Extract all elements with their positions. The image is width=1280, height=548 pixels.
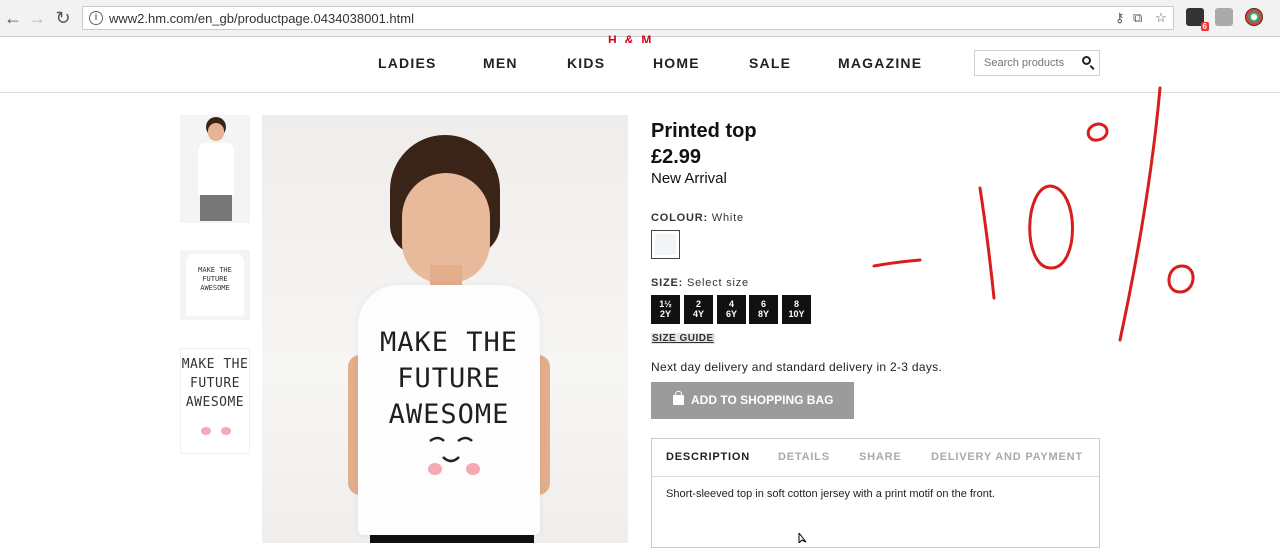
tab-bar: DESCRIPTION DETAILS SHARE DELIVERY AND P… [652,439,1099,477]
nav-men[interactable]: MEN [483,55,518,71]
size-option-8y[interactable]: 6 8Y [749,295,778,324]
add-to-bag-button[interactable]: ADD TO SHOPPING BAG [651,382,854,419]
add-to-bag-label: ADD TO SHOPPING BAG [691,393,834,407]
thumbnail-detail[interactable]: MAKE THE FUTURE AWESOME [180,348,250,454]
size-option-2y[interactable]: 1½ 2Y [651,295,680,324]
extension-icon-2[interactable] [1215,8,1233,26]
extension-badge: 6 [1200,22,1209,31]
extension-icon-3[interactable] [1245,8,1263,26]
nav-home[interactable]: HOME [653,55,700,71]
delivery-info: Next day delivery and standard delivery … [651,360,943,374]
size-option-6y[interactable]: 4 6Y [717,295,746,324]
url-text[interactable]: www2.hm.com/en_gb/productpage.0434038001… [109,11,414,26]
translate-icon[interactable]: ⧉ [1133,10,1142,26]
nav-magazine[interactable]: MAGAZINE [838,55,922,71]
nav-kids[interactable]: KIDS [567,55,605,71]
description-text: Short-sleeved top in soft cotton jersey … [666,488,995,500]
thumb-blush-left [201,427,211,435]
tab-description[interactable]: DESCRIPTION [666,451,750,463]
thumb-shirt [198,143,234,195]
extension-icon[interactable]: 6 [1186,8,1209,31]
search-box[interactable] [974,50,1100,76]
address-bar[interactable]: i www2.hm.com/en_gb/productpage.04340380… [82,6,1174,30]
thumb-blush-right [221,427,231,435]
size-value: Select size [686,277,749,289]
search-icon[interactable] [1082,56,1091,65]
new-arrival-badge: New Arrival [651,170,727,187]
size-option-4y[interactable]: 2 4Y [684,295,713,324]
shirt-blush-left [428,463,442,475]
nav-ladies[interactable]: LADIES [378,55,437,71]
size-option-10y[interactable]: 8 10Y [782,295,811,324]
shopping-bag-icon [673,391,684,405]
back-icon[interactable]: ← [2,7,24,29]
size-label: SIZE: Select size [651,277,749,289]
model-shirt: MAKE THE FUTURE AWESOME [358,285,540,535]
product-main-image[interactable]: MAKE THE FUTURE AWESOME [262,115,628,543]
mouse-cursor-icon [798,533,807,543]
star-icon[interactable]: ☆ [1155,10,1167,26]
hm-logo[interactable]: H&M [608,33,664,43]
colour-label: COLOUR: White [651,212,744,224]
info-icon[interactable]: i [89,11,103,25]
shirt-blush-right [466,463,480,475]
product-price: £2.99 [651,146,702,168]
tab-details[interactable]: DETAILS [778,451,830,463]
product-title: Printed top [651,120,757,142]
tab-share[interactable]: SHARE [859,451,902,463]
forward-icon[interactable]: → [26,7,48,29]
thumb-detail-text: MAKE THE FUTURE AWESOME [181,357,249,410]
search-input[interactable] [982,56,1078,70]
shirt-print-text: MAKE THE FUTURE AWESOME [379,327,519,430]
thumb-flat-text: MAKE THE FUTURE AWESOME [198,266,232,292]
tab-delivery-payment[interactable]: DELIVERY AND PAYMENT [931,451,1083,463]
colour-value: White [711,212,744,224]
colour-swatch-white[interactable] [651,230,680,259]
size-guide-link[interactable]: SIZE GUIDE [651,333,715,344]
thumbnail-flat[interactable]: MAKE THE FUTURE AWESOME [180,250,250,320]
thumb-face [208,123,224,141]
key-icon[interactable]: ⚷ [1115,10,1125,26]
reload-icon[interactable]: ↻ [52,7,74,29]
handwritten-discount-annotation [872,86,1195,342]
product-info-tabs: DESCRIPTION DETAILS SHARE DELIVERY AND P… [651,438,1100,548]
browser-toolbar: ← → ↻ i www2.hm.com/en_gb/productpage.04… [0,0,1280,37]
thumbnail-model[interactable] [180,115,250,223]
nav-sale[interactable]: SALE [749,55,791,71]
thumb-legs [200,195,232,221]
site-header: H&M LADIES MEN KIDS HOME SALE MAGAZINE [0,33,1280,93]
